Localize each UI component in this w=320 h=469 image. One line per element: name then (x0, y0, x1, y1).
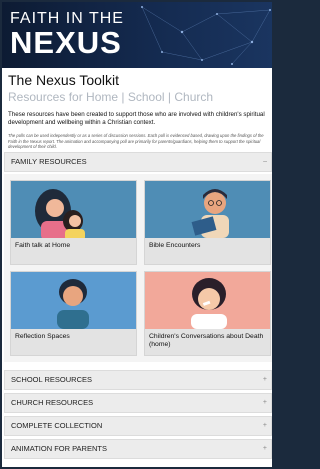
hero-banner: FAITH IN THE NEXUS (2, 2, 272, 68)
accordion-complete-collection[interactable]: COMPLETE COLLECTION + (4, 416, 272, 436)
resource-card-conversations-about-death[interactable]: Children's Conversations about Death (ho… (144, 271, 271, 356)
accordion-label: FAMILY RESOURCES (11, 157, 87, 166)
nav-link-home[interactable]: Resources for Home (8, 90, 118, 104)
collapse-icon: – (263, 158, 267, 165)
nav-link-school[interactable]: School (128, 90, 165, 104)
accordion-label: SCHOOL RESOURCES (11, 375, 92, 384)
accordion-family-resources[interactable]: FAMILY RESOURCES – (4, 152, 272, 172)
accordion-school-resources[interactable]: SCHOOL RESOURCES + (4, 370, 272, 390)
accordion-label: COMPLETE COLLECTION (11, 421, 103, 430)
page-frame: FAITH IN THE NEXUS The Nexus Toolkit Res… (2, 2, 272, 467)
child-reflecting-illustration-icon (11, 272, 136, 329)
family-resources-panel: Faith talk at Home Bible Encounters Refl… (4, 174, 272, 362)
child-with-bandage-illustration-icon (145, 272, 270, 329)
resource-card-faith-talk[interactable]: Faith talk at Home (10, 180, 137, 265)
mother-and-child-illustration-icon (11, 181, 136, 238)
expand-icon: + (262, 376, 267, 383)
usage-note: The polls can be used independently or a… (8, 133, 264, 150)
expand-icon: + (262, 445, 267, 452)
accordion-label: ANIMATION FOR PARENTS (11, 444, 107, 453)
card-label: Reflection Spaces (15, 333, 70, 340)
nav-separator: | (121, 90, 125, 104)
card-label: Faith talk at Home (15, 242, 71, 249)
child-reading-bible-illustration-icon (145, 181, 270, 238)
accordion-label: CHURCH RESOURCES (11, 398, 94, 407)
nav-separator: | (167, 90, 172, 104)
accordion-church-resources[interactable]: CHURCH RESOURCES + (4, 393, 272, 413)
expand-icon: + (262, 399, 267, 406)
page-title: The Nexus Toolkit (8, 72, 120, 88)
accordion-animation-for-parents[interactable]: ANIMATION FOR PARENTS + (4, 439, 272, 459)
nav-link-church[interactable]: Church (174, 90, 213, 104)
resource-nav: Resources for Home | School | Church (8, 90, 272, 105)
card-label: Children's Conversations about Death (ho… (149, 333, 264, 348)
hero-title-line2: NEXUS (10, 25, 122, 60)
card-label: Bible Encounters (149, 242, 201, 249)
resource-card-bible-encounters[interactable]: Bible Encounters (144, 180, 271, 265)
resource-card-reflection-spaces[interactable]: Reflection Spaces (10, 271, 137, 356)
expand-icon: + (262, 422, 267, 429)
intro-text: These resources have been created to sup… (8, 111, 265, 126)
